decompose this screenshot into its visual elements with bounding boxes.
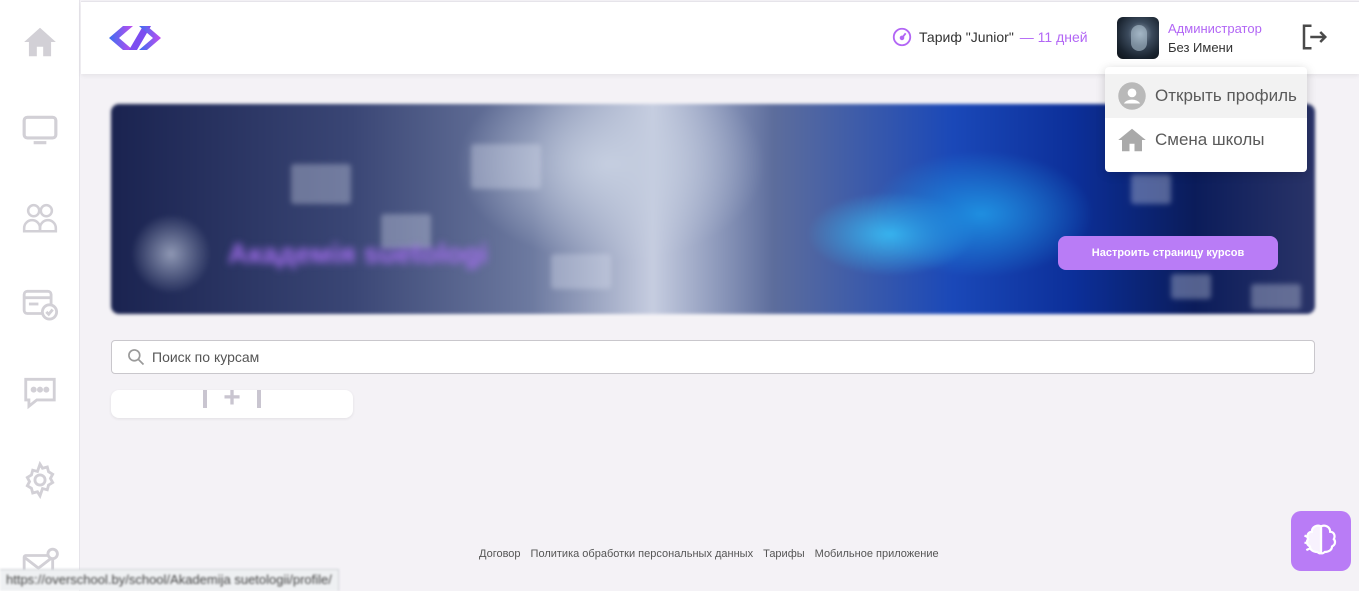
profile-dropdown: Открыть профиль Смена школы — [1105, 67, 1307, 172]
user-circle-icon — [1118, 82, 1146, 110]
banner-title: Академія suetologi — [228, 238, 488, 269]
footer-links: Договор Политика обработки персональных … — [479, 548, 939, 560]
plus-icon: + — [203, 390, 261, 413]
search-input[interactable] — [152, 349, 1252, 365]
logo[interactable] — [105, 22, 165, 54]
footer-link-tariffs[interactable]: Тарифы — [763, 548, 805, 560]
tariff-info: Тариф "Junior" — 11 дней — [891, 26, 1088, 48]
home-icon[interactable] — [20, 22, 60, 62]
add-course-card[interactable]: + — [111, 390, 353, 418]
tariff-days: — 11 дней — [1019, 29, 1088, 45]
footer-link-mobile-app[interactable]: Мобильное приложение — [815, 548, 939, 560]
menu-item-open-profile[interactable]: Открыть профиль — [1105, 74, 1307, 118]
brain-icon — [1304, 524, 1337, 555]
gear-icon[interactable] — [20, 460, 60, 500]
footer-link-privacy[interactable]: Политика обработки персональных данных — [531, 548, 754, 560]
user-role: Администратор — [1168, 21, 1262, 36]
logout-icon[interactable] — [1299, 22, 1329, 52]
menu-item-label: Смена школы — [1155, 130, 1265, 149]
search-icon — [128, 349, 145, 366]
course-search — [111, 340, 1315, 374]
tariff-name: Тариф "Junior" — [919, 29, 1014, 45]
configure-courses-page-button[interactable]: Настроить страницу курсов — [1058, 236, 1278, 270]
chat-icon[interactable] — [20, 372, 60, 412]
avatar[interactable] — [1117, 17, 1159, 59]
users-icon[interactable] — [20, 197, 60, 237]
sidebar — [0, 0, 80, 591]
monitor-icon[interactable] — [20, 110, 60, 150]
course-check-icon[interactable] — [20, 284, 60, 324]
home-icon — [1118, 128, 1146, 152]
speedometer-icon — [892, 27, 912, 47]
status-bar-url: https://overschool.by/school/Akademija s… — [0, 569, 339, 591]
menu-item-change-school[interactable]: Смена школы — [1105, 118, 1307, 162]
footer-link-contract[interactable]: Договор — [479, 548, 521, 560]
header: Тариф "Junior" — 11 дней Администратор Б… — [81, 1, 1359, 74]
ai-assistant-button[interactable] — [1291, 511, 1351, 571]
menu-item-label: Открыть профиль — [1155, 86, 1297, 105]
user-name: Без Имени — [1168, 40, 1233, 55]
